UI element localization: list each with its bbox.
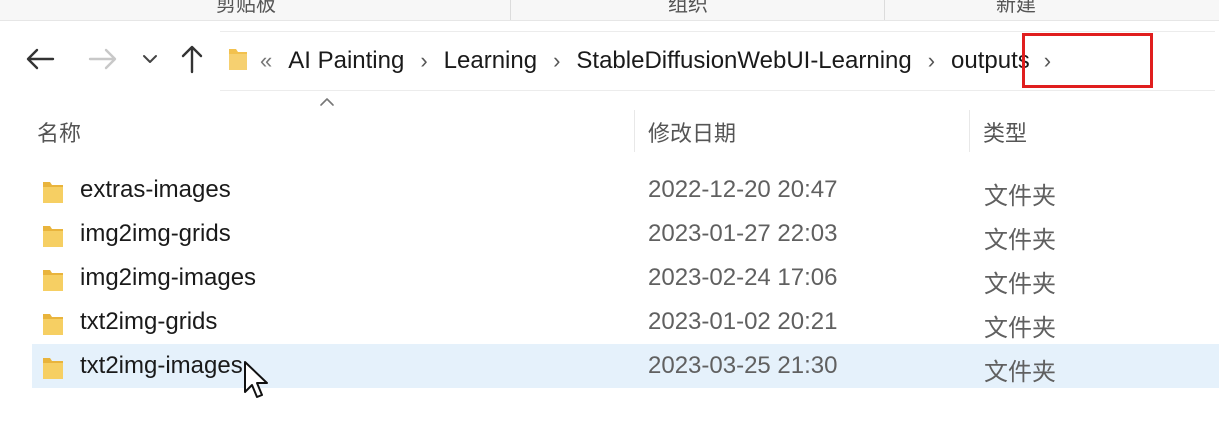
file-name: img2img-images [80,264,257,291]
ribbon-group-organize: 组织 [668,0,708,16]
mouse-cursor-icon [244,361,268,398]
arrow-left-icon [26,48,55,70]
ribbon-group-strip: 剪贴板 组织 新建 [0,0,1219,21]
chevron-right-icon[interactable]: › [420,50,427,72]
list-item[interactable]: extras-images 2022-12-20 20:47 文件夹 [0,168,1219,212]
file-name: extras-images [80,176,231,203]
chevron-right-icon[interactable]: › [553,50,560,72]
list-item-selected[interactable]: txt2img-images 2023-03-25 21:30 文件夹 [32,344,1219,388]
file-type: 文件夹 [984,227,1056,254]
sort-ascending-icon [320,98,334,106]
breadcrumb-learning[interactable]: Learning [444,47,537,75]
ribbon-group-clipboard: 剪贴板 [216,0,276,16]
highlight-annotation-box [1022,33,1153,88]
list-item[interactable]: img2img-images 2023-02-24 17:06 文件夹 [0,256,1219,300]
back-button[interactable] [22,41,58,77]
arrow-right-icon [88,48,117,70]
chevron-right-icon[interactable]: › [928,50,935,72]
folder-icon [43,314,63,335]
breadcrumb: « AI Painting › Learning › StableDiffusi… [220,32,1051,90]
column-divider[interactable] [969,110,970,152]
file-modified: 2023-01-02 20:21 [648,308,838,335]
file-type: 文件夹 [984,359,1056,386]
file-modified: 2023-01-27 22:03 [648,220,838,247]
column-header-modified[interactable]: 修改日期 [648,116,736,148]
navigation-bar: « AI Painting › Learning › StableDiffusi… [0,21,1219,97]
folder-icon [43,182,63,203]
list-item[interactable]: txt2img-grids 2023-01-02 20:21 文件夹 [0,300,1219,344]
file-type: 文件夹 [984,315,1056,342]
forward-button[interactable] [85,41,121,77]
file-name: img2img-grids [80,220,231,247]
ribbon-divider [884,0,885,20]
address-bar[interactable]: « AI Painting › Learning › StableDiffusi… [220,31,1215,91]
breadcrumb-stablediffusionwebui-learning[interactable]: StableDiffusionWebUI-Learning [576,47,911,75]
file-modified: 2022-12-20 20:47 [648,176,838,203]
list-item[interactable]: img2img-grids 2023-01-27 22:03 文件夹 [0,212,1219,256]
file-list: extras-images 2022-12-20 20:47 文件夹 img2i… [0,168,1219,388]
folder-icon [43,358,63,379]
file-name: txt2img-images [80,352,243,379]
file-type: 文件夹 [984,183,1056,210]
file-modified: 2023-02-24 17:06 [648,264,838,291]
ribbon-group-new: 新建 [996,0,1036,16]
file-name: txt2img-grids [80,308,218,335]
breadcrumb-overflow[interactable]: « [260,48,272,74]
column-header-name[interactable]: 名称 [37,116,81,148]
column-divider[interactable] [634,110,635,152]
up-button[interactable] [174,41,210,77]
column-headers: 名称 修改日期 类型 [0,98,1219,160]
folder-icon [228,46,248,77]
folder-icon [43,226,63,247]
file-modified: 2023-03-25 21:30 [648,352,838,379]
chevron-down-icon [143,55,157,63]
column-header-type[interactable]: 类型 [983,116,1027,148]
breadcrumb-ai-painting[interactable]: AI Painting [288,47,404,75]
ribbon-divider [510,0,511,20]
recent-locations-button[interactable] [132,41,168,77]
breadcrumb-outputs[interactable]: outputs [951,47,1030,75]
folder-icon [43,270,63,291]
arrow-up-icon [181,45,203,74]
file-type: 文件夹 [984,271,1056,298]
